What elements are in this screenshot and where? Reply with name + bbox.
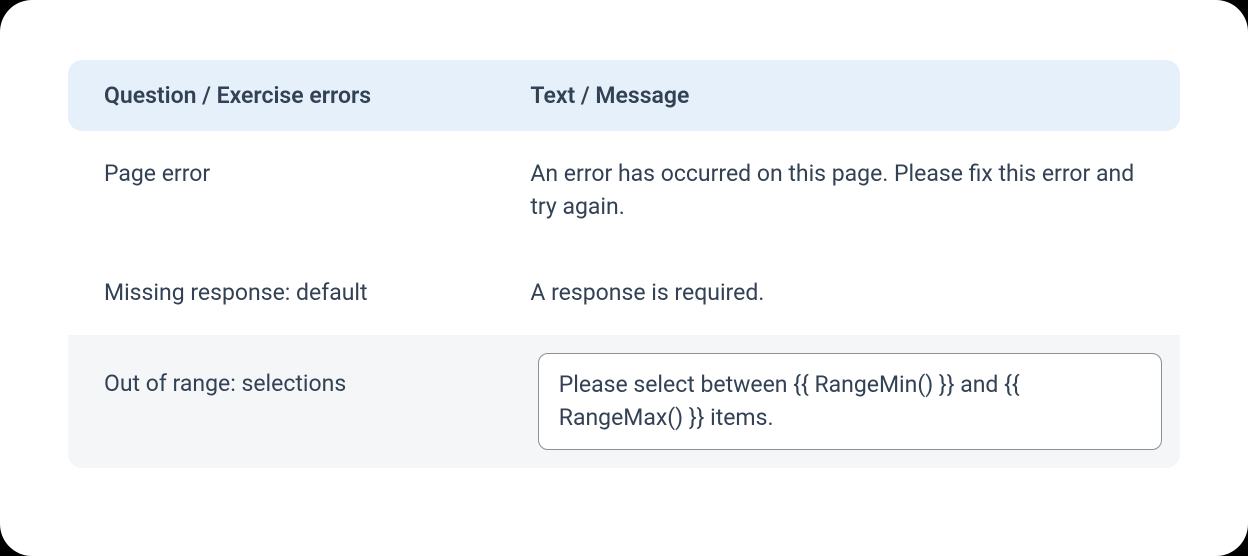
error-messages-card: Question / Exercise errors Text / Messag… [0, 0, 1248, 556]
table-row[interactable]: Page error An error has occurred on this… [68, 131, 1180, 250]
error-label: Page error [104, 157, 530, 190]
message-input[interactable]: Please select between {{ RangeMin() }} a… [538, 353, 1162, 450]
table-row[interactable]: Missing response: default A response is … [68, 250, 1180, 335]
error-message: A response is required. [530, 276, 1144, 309]
table-header: Question / Exercise errors Text / Messag… [68, 60, 1180, 131]
error-label: Out of range: selections [104, 353, 538, 400]
header-errors: Question / Exercise errors [104, 82, 530, 109]
error-messages-table: Question / Exercise errors Text / Messag… [68, 60, 1180, 468]
table-body: Page error An error has occurred on this… [68, 131, 1180, 468]
error-message: An error has occurred on this page. Plea… [530, 157, 1144, 224]
header-message: Text / Message [530, 82, 1144, 109]
table-row-editing[interactable]: Out of range: selections Please select b… [68, 335, 1180, 468]
error-label: Missing response: default [104, 276, 530, 309]
